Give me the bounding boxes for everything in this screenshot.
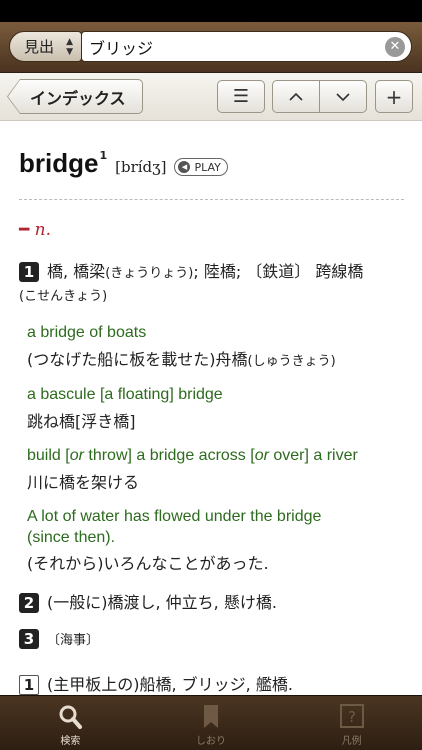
status-bar: [0, 0, 422, 22]
sense-number: 1: [19, 262, 39, 282]
tab-bar: 検索 しおり ? 凡例: [0, 695, 422, 750]
previous-entry-button[interactable]: [272, 80, 320, 113]
example-en-cont: (since then).: [27, 529, 116, 546]
sense-1: 1 橋, 橋梁(きょうりょう); 陸橋; 〔鉄道〕 跨線橋: [19, 258, 363, 282]
clear-search-icon[interactable]: ✕: [385, 37, 405, 57]
help-icon: ?: [339, 704, 364, 728]
navigation-toolbar: インデックス ☰ +: [0, 73, 422, 121]
pos-label: n.: [34, 220, 52, 240]
sense-1-reading-2: (こせんきょう): [19, 289, 108, 304]
example-italic: or: [69, 447, 84, 464]
menu-icon[interactable]: ☰: [217, 80, 265, 113]
search-bar: 見出 ▲ ▼ ブリッジ ✕: [0, 22, 422, 73]
search-mode-label: 見出: [24, 38, 55, 56]
example-text: build [: [27, 447, 70, 464]
chevron-up-icon: [289, 92, 303, 101]
tab-label: 検索: [60, 736, 81, 747]
subsense-number: 1: [19, 675, 39, 695]
sense-reading: (きょうりょう): [105, 266, 194, 281]
divider: [19, 199, 404, 200]
play-audio-button[interactable]: ◀ PLAY: [174, 158, 228, 176]
magnifier-icon: [59, 705, 83, 729]
sense-text: 橋, 橋梁: [47, 262, 106, 281]
example-ja: (それから)いろんなことがあった.: [27, 554, 269, 573]
sense-3: 3 〔海事〕: [19, 629, 99, 649]
pos-mark: ━: [19, 220, 30, 240]
example-ja: 跳ね橋[浮き橋]: [27, 412, 136, 431]
add-bookmark-button[interactable]: +: [375, 80, 413, 113]
example-ja-text: (つなげた船に板を載せた)舟橋: [27, 350, 248, 369]
subsense-text: (主甲板上の)船橋, ブリッジ, 艦橋.: [47, 675, 293, 694]
tab-search[interactable]: 検索: [0, 696, 141, 750]
sense-text-2: ; 陸橋; 〔鉄道〕 跨線橋: [193, 262, 364, 281]
search-query[interactable]: ブリッジ: [89, 35, 153, 59]
index-back-button[interactable]: インデックス: [7, 79, 143, 114]
tab-label: 凡例: [341, 736, 362, 747]
example-en: build [or throw] a bridge across [or ove…: [27, 447, 358, 465]
bookmark-icon: [204, 705, 218, 728]
example-en: a bridge of boats: [27, 324, 147, 341]
example-ja: (つなげた船に板を載せた)舟橋(しゅうきょう): [27, 346, 336, 370]
example-en: A lot of water has flowed under the brid…: [27, 508, 322, 525]
tab-legend[interactable]: ? 凡例: [281, 696, 422, 750]
part-of-speech: ━ n.: [19, 220, 51, 240]
svg-text:?: ?: [348, 708, 356, 726]
example-italic: or: [254, 447, 269, 464]
sense-text: (一般に)橋渡し, 仲立ち, 懸け橋.: [47, 593, 277, 612]
example-ja: 川に橋を架ける: [27, 473, 140, 492]
search-mode-selector[interactable]: 見出 ▲ ▼: [9, 31, 82, 62]
headword-line: bridge 1 [brídʒ] ◀ PLAY: [19, 148, 228, 179]
pronunciation: [brídʒ]: [115, 158, 167, 176]
tab-label: しおり: [196, 736, 226, 747]
index-back-label[interactable]: インデックス: [8, 80, 142, 113]
sense-text: 〔海事〕: [47, 633, 100, 648]
chevron-down-icon: [336, 92, 350, 101]
sense-number: 2: [19, 593, 39, 613]
sense-2: 2 (一般に)橋渡し, 仲立ち, 懸け橋.: [19, 589, 277, 613]
play-label: PLAY: [194, 160, 221, 174]
speaker-icon: ◀: [178, 161, 191, 173]
example-en: a bascule [a floating] bridge: [27, 386, 223, 403]
subsense-1: 1 (主甲板上の)船橋, ブリッジ, 艦橋.: [19, 671, 293, 695]
entry-content[interactable]: bridge 1 [brídʒ] ◀ PLAY ━ n. 1 橋, 橋梁(きょうり…: [0, 121, 422, 695]
headword-superscript: 1: [99, 149, 108, 162]
search-input[interactable]: ブリッジ ✕: [81, 31, 412, 62]
example-text: over] a river: [268, 447, 358, 464]
headword: bridge: [19, 148, 99, 178]
up-down-chevron-icon: ▲ ▼: [66, 37, 73, 57]
tab-bookmarks[interactable]: しおり: [141, 696, 282, 750]
example-ja-reading: (しゅうきょう): [247, 354, 336, 369]
sense-number: 3: [19, 629, 39, 649]
example-text: throw] a bridge across [: [83, 447, 255, 464]
next-entry-button[interactable]: [319, 80, 367, 113]
